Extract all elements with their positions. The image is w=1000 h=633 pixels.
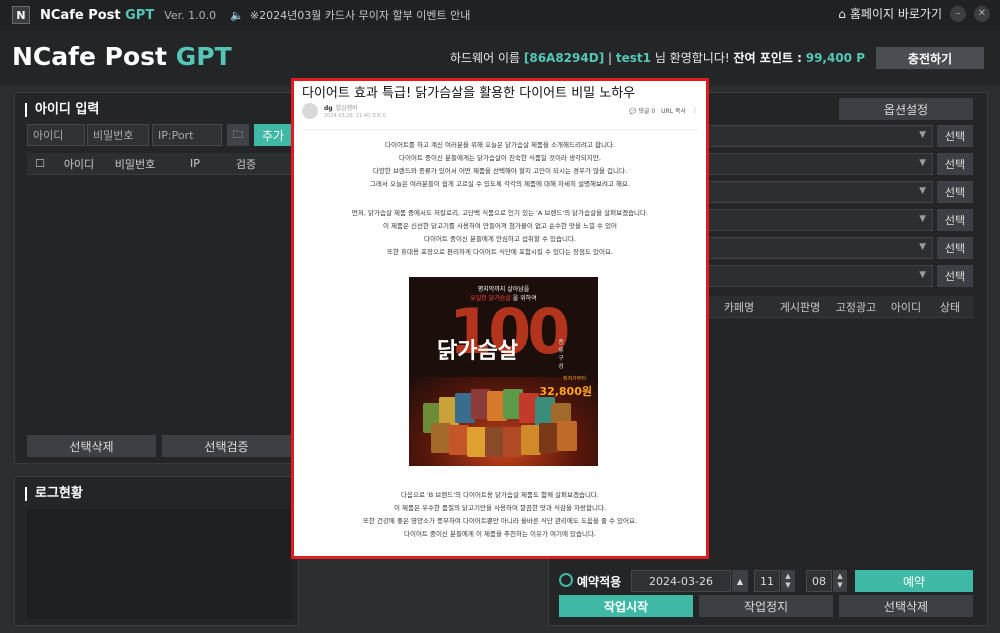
brand-logo: NCafe Post GPT: [12, 42, 232, 71]
option-dropdown-3[interactable]: ▼: [689, 181, 933, 203]
id-input-panel: 아이디 입력 아이디 비밀번호 IP:Port 🗀 추가 ☐ 아이디 비밀번호 …: [14, 92, 299, 464]
panel-title: 아이디 입력: [25, 103, 99, 117]
folder-open-button[interactable]: 🗀: [227, 124, 249, 146]
delete-selected-button[interactable]: 선택삭제: [839, 595, 973, 617]
option-dropdown-2[interactable]: ▼: [689, 153, 933, 175]
panel-title: 로그현황: [25, 487, 83, 501]
option-dropdown-6[interactable]: ▼: [689, 265, 933, 287]
select-button-3[interactable]: 선택: [937, 181, 973, 203]
product-image: 평지막까지 살아남을 유일한 닭가슴살 을 위하여 100 닭가슴살 종류 구성 …: [409, 277, 598, 466]
minute-stepper[interactable]: ▲ ▼: [833, 570, 847, 592]
notice-link[interactable]: 🔈 ※2024년03월 카드사 무이자 할부 이벤트 안내: [230, 7, 470, 23]
chevron-down-icon: ▼: [919, 242, 926, 252]
reserve-label: 예약적용: [577, 575, 622, 589]
comment-link[interactable]: 💬 댓글 0: [629, 106, 655, 115]
column-header[interactable]: 카페명: [709, 299, 769, 315]
post-title: 다이어트 효과 특급! 닭가슴살을 활용한 다이어트 비밀 노하우: [302, 86, 636, 101]
column-header[interactable]: 고정광고: [831, 299, 881, 315]
notice-text: ※2024년03월 카드사 무이자 할부 이벤트 안내: [249, 9, 471, 22]
hardware-id: [86A8294D]: [523, 51, 605, 65]
column-header[interactable]: 아이디: [881, 299, 931, 315]
post-paragraph-1: 다이어트를 하고 계신 여러분을 위해 오늘은 닭가슴살 제품을 소개해드리려고…: [369, 141, 631, 188]
version-label: Ver. 1.0.0: [164, 8, 217, 22]
proxy-input[interactable]: IP:Port: [152, 124, 222, 146]
charge-button[interactable]: 충전하기: [876, 47, 984, 69]
options-button[interactable]: 옵션설정: [839, 98, 973, 120]
stop-button[interactable]: 작업정지: [699, 595, 833, 617]
verify-selected-button[interactable]: 선택검증: [162, 435, 291, 457]
chevron-down-icon: ▼: [837, 581, 843, 589]
speaker-icon: 🔈: [230, 8, 244, 22]
app-title: NCafe Post GPT: [40, 7, 155, 23]
reserve-button[interactable]: 예약: [855, 570, 973, 592]
log-panel: 로그현황: [14, 476, 299, 626]
column-header[interactable]: 상태: [931, 299, 969, 315]
post-preview-popup: 다이어트 효과 특급! 닭가슴살을 활용한 다이어트 비밀 노하우 dg 열심멤버…: [291, 78, 709, 559]
date-picker-button[interactable]: ▲: [732, 570, 748, 592]
minimize-button[interactable]: –: [950, 5, 966, 22]
log-area[interactable]: [27, 509, 292, 619]
avatar: [302, 103, 318, 119]
chevron-down-icon: ▼: [919, 214, 926, 224]
post-meta: dg 열심멤버 2024.03.26. 11:40 조회 0 💬 댓글 0 URL…: [302, 103, 702, 121]
id-table-header: ☐ 아이디 비밀번호 IP 검증: [27, 153, 292, 175]
chevron-up-icon: ▲: [837, 572, 843, 580]
close-button[interactable]: ✕: [974, 5, 990, 22]
home-icon: ⌂: [838, 6, 846, 21]
hour-stepper[interactable]: ▲ ▼: [781, 570, 795, 592]
user-id: test1: [615, 51, 651, 65]
promo-side-text: 종류 구성: [558, 339, 564, 370]
chevron-down-icon: ▼: [919, 130, 926, 140]
url-copy-link[interactable]: URL 복사: [661, 106, 686, 115]
chevron-up-icon: ▲: [785, 572, 791, 580]
promo-product-name: 닭가슴살: [437, 339, 518, 364]
user-info: 하드웨어 이름 [86A8294D] | test1 님 환영합니다! 잔여 포…: [449, 51, 865, 65]
select-button-5[interactable]: 선택: [937, 237, 973, 259]
select-button-4[interactable]: 선택: [937, 209, 973, 231]
product-packs: [423, 389, 583, 457]
select-button-6[interactable]: 선택: [937, 265, 973, 287]
header: NCafe Post GPT 하드웨어 이름 [86A8294D] | test…: [0, 30, 1000, 85]
reserve-minute-field[interactable]: 08: [806, 570, 832, 592]
points-value: 99,400 P: [805, 51, 865, 65]
clock-icon: [559, 573, 573, 587]
author: dg 열심멤버: [324, 105, 358, 112]
reserve-hour-field[interactable]: 11: [754, 570, 780, 592]
id-input[interactable]: 아이디: [27, 124, 85, 146]
column-header[interactable]: 게시판명: [769, 299, 831, 315]
option-dropdown-1[interactable]: ▼: [689, 125, 933, 147]
column-header[interactable]: 아이디: [53, 156, 105, 172]
app-logo-icon: N: [12, 6, 30, 24]
column-header[interactable]: 비밀번호: [105, 156, 165, 172]
column-header[interactable]: 검증: [225, 156, 267, 172]
option-dropdown-5[interactable]: ▼: [689, 237, 933, 259]
chevron-down-icon: ▼: [785, 581, 791, 589]
chevron-down-icon: ▼: [919, 270, 926, 280]
promo-price-tag: 최저가부터: [562, 376, 586, 382]
password-input[interactable]: 비밀번호: [87, 124, 149, 146]
chevron-down-icon: ▼: [919, 186, 926, 196]
column-header[interactable]: IP: [165, 157, 225, 170]
reserve-row: 예약적용 2024-03-26 ▲ 11 ▲ ▼ 08 ▲ ▼ 예약: [559, 570, 979, 592]
reserve-date-field[interactable]: 2024-03-26: [631, 570, 731, 592]
chevron-down-icon: ▼: [919, 158, 926, 168]
title-bar: N NCafe Post GPT Ver. 1.0.0 🔈 ※2024년03월 …: [0, 0, 1000, 30]
folder-icon: 🗀: [232, 127, 244, 141]
delete-selected-button[interactable]: 선택삭제: [27, 435, 156, 457]
more-icon[interactable]: ⋮: [692, 107, 698, 114]
select-all-checkbox[interactable]: ☐: [27, 157, 53, 170]
add-button[interactable]: 추가: [254, 124, 292, 146]
select-button-1[interactable]: 선택: [937, 125, 973, 147]
post-date: 2024.03.26. 11:40 조회 0: [324, 113, 386, 119]
homepage-label: 홈페이지 바로가기: [849, 7, 942, 21]
start-button[interactable]: 작업시작: [559, 595, 693, 617]
select-button-2[interactable]: 선택: [937, 153, 973, 175]
option-dropdown-4[interactable]: ▼: [689, 209, 933, 231]
post-paragraph-3: 다음으로 'B 브랜드'의 다이어트용 닭가슴살 제품도 함께 살펴보겠습니다.…: [362, 491, 638, 538]
post-paragraph-2: 먼저, 닭가슴살 제품 중에서도 저칼로리, 고단백 식품으로 인기 있는 'A…: [351, 209, 649, 256]
homepage-button[interactable]: ⌂ 홈페이지 바로가기: [838, 5, 942, 22]
